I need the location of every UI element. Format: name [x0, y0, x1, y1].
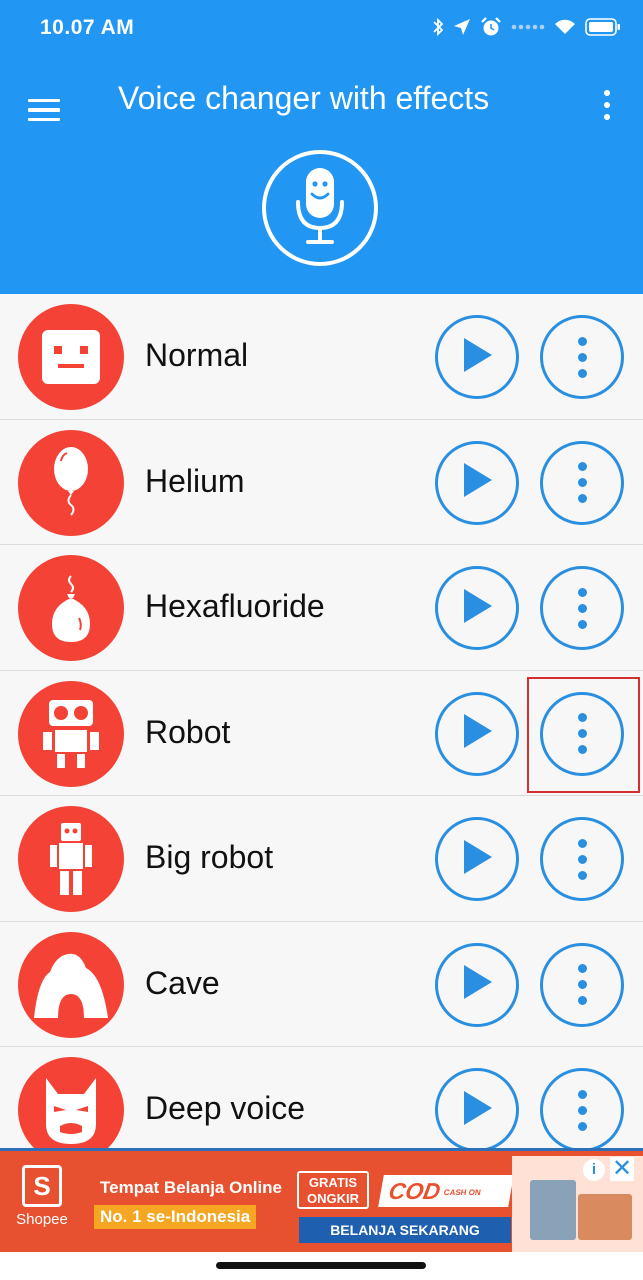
- effect-row-big-robot: Big robot: [0, 796, 643, 922]
- effect-label: Helium: [145, 462, 245, 499]
- cod-label: COD: [386, 1178, 443, 1204]
- location-arrow-icon: [453, 18, 471, 36]
- app-bar: Voice changer with effects: [0, 58, 643, 294]
- smiling-microphone-icon: [262, 150, 378, 266]
- robot-face-icon: [18, 304, 124, 410]
- status-bar: 10.07 AM: [0, 0, 643, 58]
- effect-options-button[interactable]: [540, 817, 624, 901]
- signal-icon: [511, 23, 545, 31]
- alarm-icon: [480, 17, 502, 37]
- play-icon: [460, 712, 494, 755]
- play-button[interactable]: [435, 566, 519, 650]
- effects-list: Normal Helium Hexafluoride Robot Big rob…: [0, 294, 643, 1150]
- effect-label: Robot: [145, 713, 231, 750]
- effect-options-button[interactable]: [540, 691, 624, 776]
- home-indicator-bar: [0, 1252, 643, 1280]
- effect-label: Cave: [145, 964, 220, 1001]
- play-button[interactable]: [435, 942, 519, 1027]
- wifi-icon: [554, 19, 576, 35]
- effect-row-normal: Normal: [0, 294, 643, 420]
- ad-close-icon[interactable]: ✕: [610, 1157, 634, 1181]
- free-shipping-badge: GRATIS ONGKIR: [297, 1171, 369, 1209]
- play-icon: [460, 587, 494, 630]
- more-vert-icon[interactable]: [597, 88, 617, 122]
- ad-brand: Shopee: [16, 1211, 68, 1228]
- effect-label: Deep voice: [145, 1090, 306, 1126]
- cave-icon: [18, 931, 124, 1038]
- balloon-icon: [18, 429, 124, 536]
- play-button[interactable]: [435, 817, 519, 901]
- effect-row-cave: Cave: [0, 921, 643, 1047]
- play-icon: [460, 838, 494, 881]
- play-button[interactable]: [435, 1068, 519, 1150]
- hamburger-menu-icon[interactable]: [28, 92, 64, 128]
- effect-label: Normal: [145, 337, 249, 373]
- ad-cta-button[interactable]: BELANJA SEKARANG: [299, 1217, 511, 1243]
- play-button[interactable]: [435, 691, 519, 776]
- effect-options-button[interactable]: [540, 1068, 624, 1150]
- play-icon: [460, 336, 494, 379]
- play-button[interactable]: [435, 440, 519, 525]
- play-icon: [460, 963, 494, 1006]
- cod-badge: CODCASH ON DELIVERY: [378, 1175, 514, 1231]
- effect-options-button[interactable]: [540, 566, 624, 650]
- status-time: 10.07 AM: [40, 16, 135, 39]
- ad-banner[interactable]: S Shopee Tempat Belanja Online No. 1 se-…: [0, 1148, 643, 1252]
- app-title: Voice changer with effects: [118, 80, 490, 116]
- bluetooth-icon: [432, 17, 444, 37]
- effect-row-helium: Helium: [0, 419, 643, 545]
- battery-icon: [585, 18, 621, 36]
- effect-options-button[interactable]: [540, 942, 624, 1027]
- effect-row-deep-voice: Deep voice: [0, 1047, 643, 1150]
- ad-info-icon[interactable]: i: [583, 1159, 605, 1181]
- play-icon: [460, 461, 494, 504]
- effect-options-button[interactable]: [540, 315, 624, 399]
- badge-line: ONGKIR: [307, 1191, 359, 1206]
- shopee-logo: S Shopee: [12, 1161, 72, 1243]
- ad-subhead: No. 1 se-Indonesia: [94, 1205, 257, 1229]
- effect-label: Hexafluoride: [145, 588, 325, 624]
- home-indicator[interactable]: [216, 1262, 426, 1269]
- ad-headline: Tempat Belanja Online: [100, 1178, 283, 1197]
- robot-icon: [18, 680, 124, 787]
- big-robot-icon: [18, 806, 124, 912]
- devil-mask-icon: [18, 1057, 124, 1150]
- effect-row-hexafluoride: Hexafluoride: [0, 545, 643, 671]
- status-icons: [432, 17, 621, 37]
- effect-label: Big robot: [145, 839, 274, 875]
- play-icon: [460, 1089, 494, 1132]
- heavy-balloon-icon: [18, 555, 124, 661]
- effect-row-robot: Robot: [0, 670, 643, 796]
- play-button[interactable]: [435, 315, 519, 399]
- shopping-bag-icon: S: [22, 1165, 62, 1207]
- badge-line: GRATIS: [308, 1175, 358, 1190]
- effect-options-button[interactable]: [540, 440, 624, 525]
